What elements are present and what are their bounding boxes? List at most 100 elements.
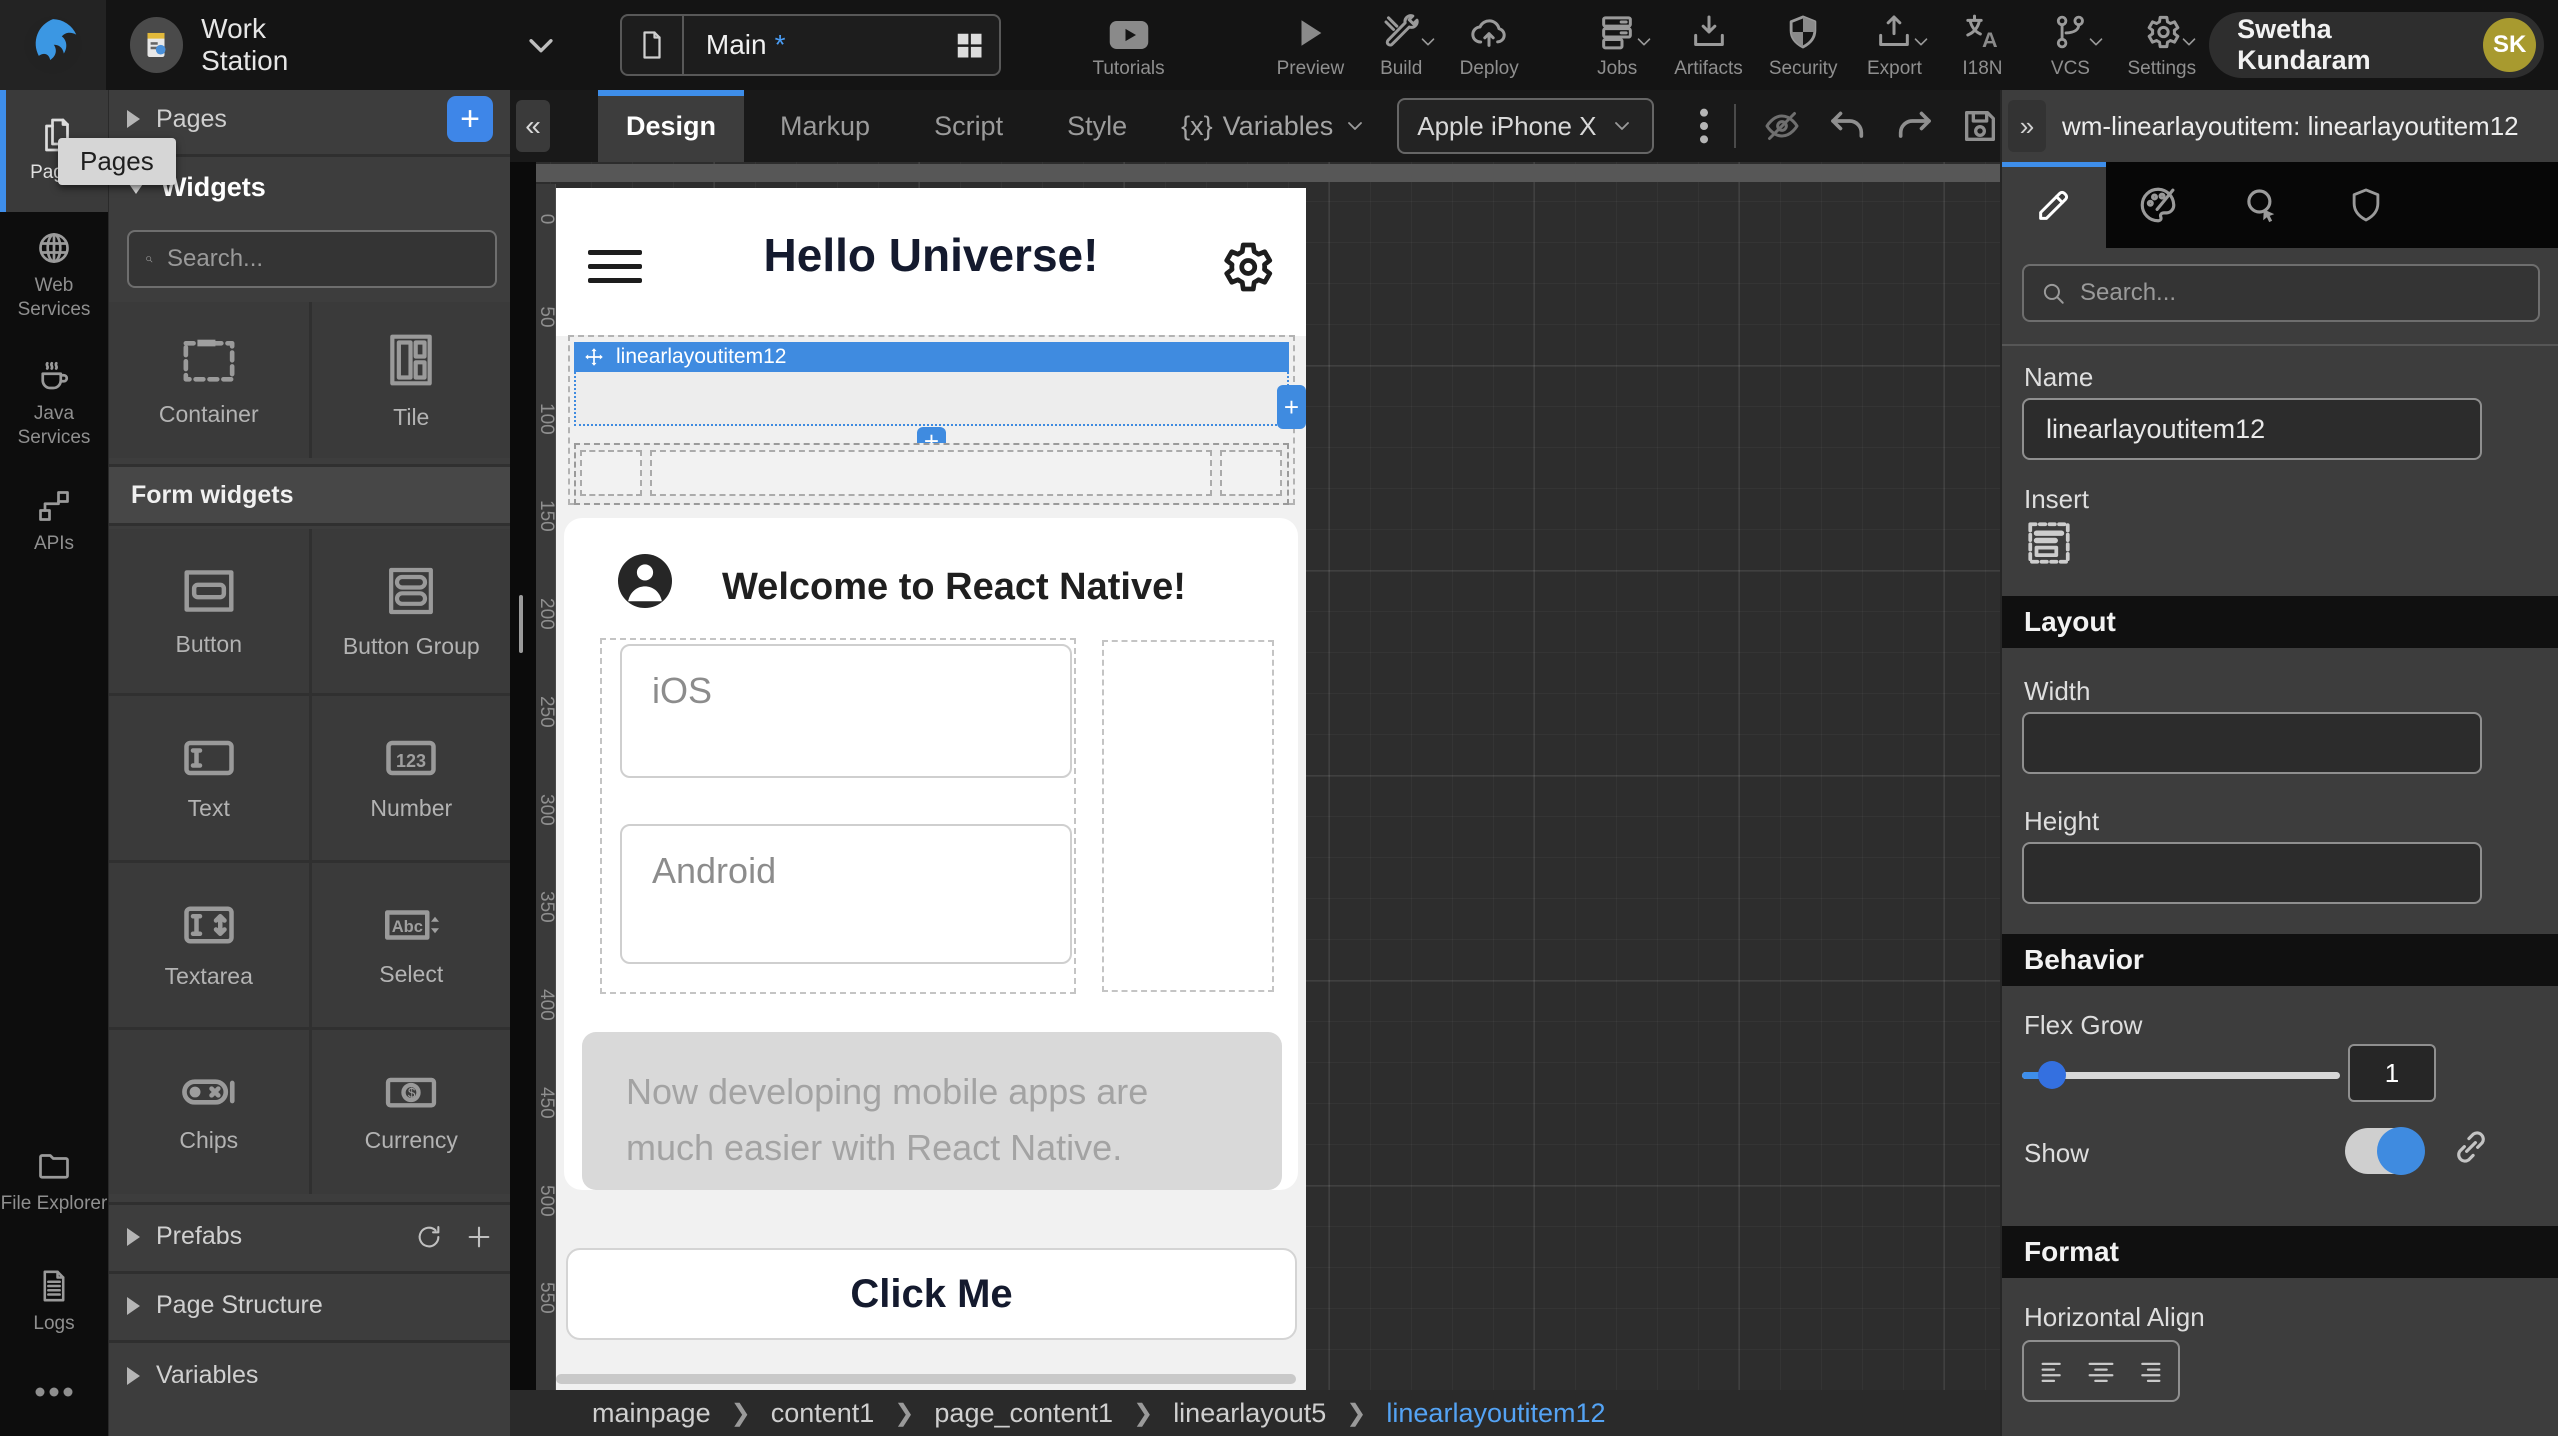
- linearlayout-row[interactable]: [574, 443, 1289, 505]
- build-button[interactable]: Build: [1370, 10, 1432, 80]
- width-field[interactable]: [2022, 712, 2482, 774]
- widget-search-input[interactable]: [165, 244, 479, 274]
- more-options-icon[interactable]: [1698, 106, 1710, 146]
- align-left-icon[interactable]: [2037, 1354, 2071, 1388]
- widget-currency[interactable]: $ Currency: [312, 1030, 511, 1194]
- variables-section[interactable]: Variables: [109, 1340, 510, 1436]
- breadcrumb-item[interactable]: mainpage: [592, 1398, 711, 1429]
- breadcrumb-item[interactable]: content1: [771, 1398, 875, 1429]
- align-center-icon[interactable]: [2084, 1354, 2118, 1388]
- widget-search[interactable]: [127, 230, 497, 288]
- selected-widget-bar[interactable]: linearlayoutitem12: [574, 342, 1289, 372]
- format-section-header[interactable]: Format: [2002, 1226, 2558, 1278]
- empty-column-region[interactable]: [1102, 640, 1274, 992]
- widget-select[interactable]: Abc Select: [312, 863, 511, 1027]
- horizontal-scrollbar-thumb[interactable]: [556, 1374, 1296, 1384]
- prefabs-section[interactable]: Prefabs: [109, 1202, 510, 1268]
- align-right-icon[interactable]: [2131, 1354, 2165, 1388]
- add-page-button[interactable]: +: [447, 96, 493, 142]
- project-switcher[interactable]: Work Station: [130, 13, 558, 77]
- add-prefab-icon[interactable]: [465, 1223, 493, 1251]
- tab-security[interactable]: [2314, 162, 2418, 248]
- insert-right-button[interactable]: +: [1277, 385, 1306, 429]
- layout-item-cell[interactable]: [650, 450, 1212, 496]
- deploy-button[interactable]: Deploy: [1458, 10, 1520, 80]
- user-menu[interactable]: Swetha Kundaram SK: [2209, 12, 2544, 78]
- open-page-tab[interactable]: Main*: [620, 14, 1002, 76]
- widget-tile[interactable]: Tile: [312, 302, 511, 458]
- phone-page-title[interactable]: Hello Universe!: [556, 228, 1306, 282]
- save-icon[interactable]: [1960, 106, 2000, 146]
- settings-button[interactable]: Settings: [2127, 10, 2196, 80]
- chevron-down-icon[interactable]: [524, 28, 558, 62]
- sidebar-item-apis[interactable]: APIs: [0, 488, 108, 556]
- app-logo[interactable]: [0, 0, 106, 90]
- preview-button[interactable]: Preview: [1277, 10, 1345, 80]
- tutorials-button[interactable]: Tutorials: [1092, 10, 1164, 80]
- jobs-button[interactable]: Jobs: [1586, 10, 1648, 80]
- widget-textarea[interactable]: Textarea: [109, 863, 309, 1027]
- name-field[interactable]: [2022, 398, 2482, 460]
- property-search-input[interactable]: [2078, 278, 2522, 308]
- android-list-item[interactable]: Android: [620, 824, 1072, 964]
- flex-grow-slider[interactable]: [2022, 1072, 2340, 1079]
- welcome-heading[interactable]: Welcome to React Native!: [722, 566, 1186, 609]
- hide-overlays-icon[interactable]: [1762, 106, 1802, 146]
- redo-icon[interactable]: [1894, 106, 1934, 146]
- behavior-section-header[interactable]: Behavior: [2002, 934, 2558, 986]
- export-button[interactable]: Export: [1863, 10, 1925, 80]
- refresh-icon[interactable]: [415, 1223, 443, 1251]
- property-search[interactable]: [2022, 264, 2540, 322]
- vcs-button[interactable]: VCS: [2039, 10, 2101, 80]
- show-toggle[interactable]: [2345, 1128, 2415, 1174]
- flex-grow-slider-thumb[interactable]: [2038, 1061, 2066, 1089]
- layout-item-cell[interactable]: [580, 450, 642, 496]
- breadcrumb-item-active[interactable]: linearlayoutitem12: [1386, 1398, 1605, 1429]
- sidebar-item-logs[interactable]: Logs: [0, 1268, 108, 1336]
- layout-item-cell[interactable]: [1220, 450, 1282, 496]
- phone-gear-icon[interactable]: [1216, 236, 1276, 298]
- user-avatar-icon[interactable]: [618, 554, 672, 608]
- page-structure-section[interactable]: Page Structure: [109, 1271, 510, 1337]
- ios-list-item[interactable]: iOS: [620, 644, 1072, 778]
- sidebar-item-web-services[interactable]: Web Services: [0, 230, 108, 322]
- note-textarea[interactable]: Now developing mobile apps are much easi…: [582, 1032, 1282, 1190]
- widget-text[interactable]: Text: [109, 696, 309, 860]
- security-button[interactable]: Security: [1769, 10, 1838, 80]
- artifacts-button[interactable]: Artifacts: [1674, 10, 1743, 80]
- widget-number[interactable]: 123 Number: [312, 696, 511, 860]
- collapse-right-panel-button[interactable]: »: [2008, 100, 2046, 152]
- bind-property-icon[interactable]: [2450, 1126, 2492, 1168]
- tab-styles[interactable]: [2106, 162, 2210, 248]
- i18n-button[interactable]: A I18N: [1951, 10, 2013, 80]
- click-me-button[interactable]: Click Me: [566, 1248, 1297, 1340]
- flex-grow-value[interactable]: 1: [2348, 1044, 2436, 1102]
- vertical-scrollbar-thumb[interactable]: [519, 595, 523, 653]
- widget-button-group[interactable]: Button Group: [312, 529, 511, 693]
- breadcrumb-item[interactable]: page_content1: [934, 1398, 1113, 1429]
- variables-menu[interactable]: {x} Variables: [1181, 111, 1367, 142]
- undo-icon[interactable]: [1828, 106, 1868, 146]
- tab-markup[interactable]: Markup: [752, 90, 898, 162]
- content-card[interactable]: Welcome to React Native! iOS Android Now…: [564, 518, 1298, 1190]
- horizontal-scrollbar-top[interactable]: [536, 164, 2000, 182]
- widget-button[interactable]: Button: [109, 529, 309, 693]
- grid-view-icon[interactable]: [939, 30, 999, 60]
- widget-chips[interactable]: Chips: [109, 1030, 309, 1194]
- tab-events[interactable]: [2210, 162, 2314, 248]
- tab-design[interactable]: Design: [598, 90, 744, 162]
- collapse-left-panel-button[interactable]: «: [516, 100, 550, 152]
- sidebar-item-file-explorer[interactable]: File Explorer: [0, 1148, 108, 1216]
- widget-container[interactable]: Container: [109, 302, 309, 458]
- layout-section-header[interactable]: Layout: [2002, 596, 2558, 648]
- breadcrumb-item[interactable]: linearlayout5: [1173, 1398, 1326, 1429]
- tab-style[interactable]: Style: [1039, 90, 1155, 162]
- height-field[interactable]: [2022, 842, 2482, 904]
- sidebar-more-button[interactable]: [0, 1382, 108, 1402]
- insert-linearlayout-button[interactable]: [2024, 518, 2074, 568]
- sidebar-item-java-services[interactable]: Java Services: [0, 358, 108, 450]
- selected-widget-body[interactable]: [574, 372, 1289, 426]
- device-selector[interactable]: Apple iPhone X: [1397, 98, 1654, 154]
- tab-script[interactable]: Script: [906, 90, 1031, 162]
- tab-properties[interactable]: [2002, 162, 2106, 248]
